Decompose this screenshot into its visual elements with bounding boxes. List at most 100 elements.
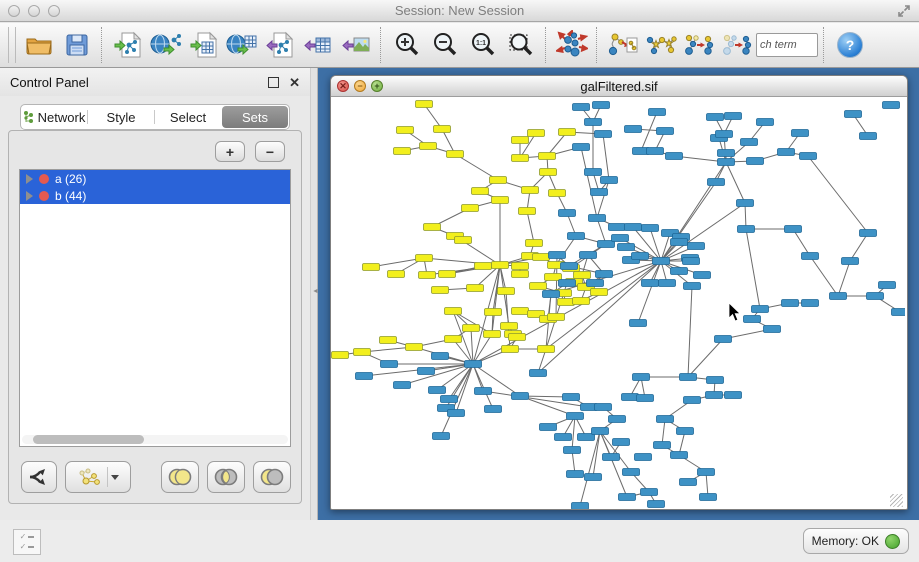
remove-set-button[interactable]: − (255, 141, 285, 162)
expander-triangle-icon[interactable] (26, 191, 33, 201)
import-table-file-button[interactable] (185, 26, 223, 64)
network-frame-title: galFiltered.sif (331, 79, 907, 94)
import-table-web-button[interactable] (223, 26, 261, 64)
frame-maximize-button[interactable]: + (371, 80, 383, 92)
save-floppy-icon (63, 31, 91, 59)
set-label: b (44) (55, 189, 86, 203)
tab-select-label: Select (170, 110, 206, 125)
frame-resize-grip[interactable] (890, 494, 903, 507)
export-network-icon (265, 31, 295, 59)
open-session-button[interactable] (20, 26, 58, 64)
new-network-from-selected-selected-edges-button[interactable] (718, 26, 756, 64)
yellow-network-icon (78, 467, 104, 487)
tab-network-label: Network (38, 110, 86, 125)
venn-difference-icon (259, 468, 285, 486)
control-panel-tabs: Network Style Select Sets (20, 104, 290, 130)
set-color-icon (39, 191, 49, 201)
task-monitor-button[interactable]: ✓ ✓ (13, 529, 41, 555)
import-network-web-icon (150, 31, 182, 59)
frame-minimize-button[interactable]: − (354, 80, 366, 92)
panel-splitter[interactable]: ◄ (310, 68, 318, 520)
set-row-b[interactable]: b (44) (20, 187, 290, 204)
help-button[interactable]: ? (837, 32, 863, 58)
float-panel-icon[interactable] (268, 77, 279, 88)
search-input[interactable] (756, 33, 818, 57)
tab-network[interactable]: Network (21, 106, 87, 128)
import-table-web-icon (226, 31, 258, 59)
difference-sets-button[interactable] (253, 461, 291, 493)
control-panel-title: Control Panel (10, 75, 89, 90)
import-network-web-button[interactable] (147, 26, 185, 64)
import-network-file-button[interactable] (109, 26, 147, 64)
export-table-button[interactable] (299, 26, 337, 64)
zoom-in-button[interactable] (388, 26, 426, 64)
hscrollbar-thumb[interactable] (33, 435, 145, 444)
frame-close-button[interactable]: ✕ (337, 80, 349, 92)
first-neighbors-icon (644, 30, 678, 60)
new-network-from-selected-all-edges-button[interactable] (680, 26, 718, 64)
split-arrows-icon (28, 467, 50, 487)
dropdown-arrow-icon (111, 475, 119, 480)
split-sets-button[interactable] (21, 461, 57, 493)
zoom-out-button[interactable] (426, 26, 464, 64)
set-color-icon (39, 174, 49, 184)
tab-sets-label: Sets (242, 110, 268, 125)
create-set-dropdown-button[interactable] (65, 461, 131, 493)
close-panel-icon[interactable]: ✕ (289, 78, 300, 87)
sets-list[interactable]: a (26) b (44) (19, 169, 291, 447)
svg-text:1:1: 1:1 (476, 40, 486, 47)
save-session-button[interactable] (58, 26, 96, 64)
zoom-out-icon (431, 31, 459, 59)
export-image-icon (341, 31, 371, 59)
help-icon: ? (846, 37, 855, 53)
toolbar-separator (380, 27, 383, 63)
intersection-sets-button[interactable] (207, 461, 245, 493)
network-frame[interactable]: ✕ − + galFiltered.sif (330, 75, 908, 510)
network-view[interactable] (331, 97, 905, 509)
set-label: a (26) (55, 172, 86, 186)
window-title: Session: New Session (0, 3, 919, 18)
memory-status-button[interactable]: Memory: OK (803, 528, 909, 554)
tab-style[interactable]: Style (88, 106, 154, 128)
union-sets-button[interactable] (161, 461, 199, 493)
tab-style-label: Style (107, 110, 136, 125)
add-set-button[interactable]: + (215, 141, 245, 162)
control-panel: Control Panel ✕ Network Style Select Set… (0, 68, 310, 520)
apply-layout-button[interactable] (553, 26, 591, 64)
window-zoom-button[interactable] (48, 5, 60, 17)
select-first-neighbors-button[interactable] (642, 26, 680, 64)
control-panel-header: Control Panel ✕ (0, 68, 310, 96)
zoom-actual-size-button[interactable]: 1:1 (464, 26, 502, 64)
sets-list-hscrollbar[interactable] (22, 435, 288, 444)
toolbar-separator (596, 27, 599, 63)
zoom-one-to-one-icon: 1:1 (469, 31, 497, 59)
toolbar-drag-handle[interactable] (8, 27, 16, 63)
network-graph[interactable] (331, 97, 905, 509)
window-titlebar[interactable]: Session: New Session (0, 0, 919, 22)
combo-divider (107, 467, 108, 487)
tab-sets[interactable]: Sets (222, 106, 288, 128)
tab-select[interactable]: Select (155, 106, 221, 128)
toolbar-separator (545, 27, 548, 63)
import-network-file-icon (113, 31, 143, 59)
zoom-selected-icon (507, 31, 535, 59)
expander-triangle-icon[interactable] (26, 174, 33, 184)
window-minimize-button[interactable] (28, 5, 40, 17)
venn-intersection-icon (213, 468, 239, 486)
memory-status-label: Memory: OK (812, 534, 879, 548)
fullscreen-arrows-icon[interactable] (897, 4, 911, 18)
export-network-button[interactable] (261, 26, 299, 64)
network-frame-titlebar[interactable]: ✕ − + galFiltered.sif (331, 76, 907, 97)
copy-network-to-clipboard-button[interactable] (604, 26, 642, 64)
memory-ok-indicator (885, 534, 900, 549)
zoom-selected-region-button[interactable] (502, 26, 540, 64)
status-bar: ✓ ✓ Memory: OK (0, 520, 919, 562)
network-desktop: ✕ − + galFiltered.sif (318, 68, 919, 520)
window-close-button[interactable] (8, 5, 20, 17)
network-to-document-icon (607, 30, 639, 60)
export-image-button[interactable] (337, 26, 375, 64)
set-row-a[interactable]: a (26) (20, 170, 290, 187)
new-network-selected-icon (682, 30, 716, 60)
new-network-faded-icon (720, 30, 754, 60)
import-table-file-icon (189, 31, 219, 59)
